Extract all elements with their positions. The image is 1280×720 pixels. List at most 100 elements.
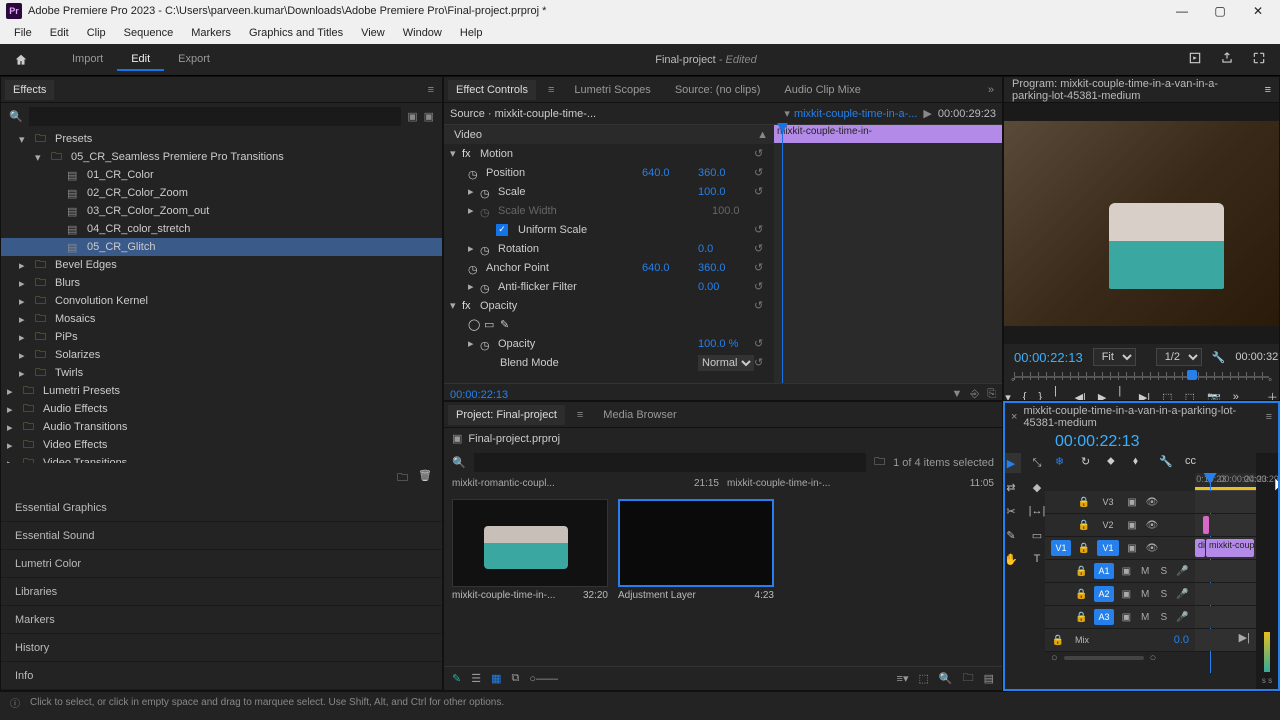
ec-playhead[interactable]: [782, 125, 783, 383]
zoom-out-icon[interactable]: ○: [1051, 652, 1058, 664]
track-select-tool-icon[interactable]: ⤡: [1027, 453, 1047, 473]
effects-folder[interactable]: ▸🗀Convolution Kernel: [1, 292, 442, 310]
position-x[interactable]: 640.0: [642, 167, 698, 179]
track-lane[interactable]: [1195, 560, 1256, 582]
add-marker-icon[interactable]: ▾: [1005, 388, 1011, 401]
effects-folder[interactable]: ▸🗀Solarizes: [1, 346, 442, 364]
effects-preset[interactable]: ▤01_CR_Color: [1, 166, 442, 184]
panel-tab-info[interactable]: Info: [1, 662, 442, 690]
hand-tool-icon[interactable]: ✋: [1003, 549, 1021, 569]
effects-folder[interactable]: ▾🗀05_CR_Seamless Premiere Pro Transition…: [1, 148, 442, 166]
goto-in-icon[interactable]: |◀: [1054, 388, 1062, 401]
tab-source-no-clips-[interactable]: Source: (no clips): [667, 80, 769, 100]
freeform-view-icon[interactable]: ⧉: [512, 672, 520, 685]
effects-preset[interactable]: ▤02_CR_Color_Zoom: [1, 184, 442, 202]
goto-out-icon[interactable]: ▶|: [1139, 388, 1150, 401]
sync-lock-icon[interactable]: ▣: [1125, 543, 1139, 554]
fx-badge-icon[interactable]: ▣: [407, 110, 417, 123]
project-search-input[interactable]: [474, 453, 866, 472]
track-lane[interactable]: dium.mp4mixkit-couple-time-in-a-van-in-a…: [1195, 537, 1256, 559]
marker-icon[interactable]: ⬥: [1107, 455, 1123, 471]
razor-tool-icon[interactable]: ✂: [1003, 501, 1021, 521]
play-icon[interactable]: ▶: [1098, 388, 1106, 401]
lock-icon[interactable]: 🔒: [1077, 543, 1091, 554]
menu-edit[interactable]: Edit: [42, 25, 77, 41]
panel-tab-essential-graphics[interactable]: Essential Graphics: [1, 494, 442, 522]
sync-lock-icon[interactable]: ▣: [1120, 589, 1133, 600]
lock-icon[interactable]: 🔒: [1075, 566, 1088, 577]
sync-lock-icon[interactable]: ▣: [1120, 566, 1133, 577]
lock-icon[interactable]: 🔒: [1075, 589, 1088, 600]
effects-folder[interactable]: ▸🗀Bevel Edges: [1, 256, 442, 274]
stopwatch-icon[interactable]: ◷: [468, 168, 482, 178]
program-viewer[interactable]: [1004, 103, 1279, 344]
reset-icon[interactable]: ↺: [754, 147, 768, 160]
ec-clip-strip[interactable]: mixkit-couple-time-in-: [774, 125, 1002, 143]
type-tool-icon[interactable]: T: [1027, 549, 1047, 569]
effects-preset[interactable]: ▤04_CR_color_stretch: [1, 220, 442, 238]
effects-search-input[interactable]: [29, 107, 401, 126]
toggle-output-icon[interactable]: 👁: [1145, 520, 1159, 531]
goto-next-icon[interactable]: ▶|: [1239, 631, 1250, 644]
lock-icon[interactable]: 🔒: [1051, 635, 1065, 646]
position-y[interactable]: 360.0: [698, 167, 754, 179]
new-item-icon[interactable]: ▤: [984, 672, 994, 685]
project-bin-item[interactable]: Adjustment Layer4:23: [618, 499, 774, 658]
scrubber-playhead[interactable]: [1187, 370, 1197, 380]
find-icon[interactable]: 🔍: [939, 672, 953, 685]
voiceover-icon[interactable]: 🎤: [1176, 566, 1189, 577]
tab-media-browser[interactable]: Media Browser: [595, 405, 684, 425]
overflow-icon[interactable]: »: [984, 84, 998, 96]
track-patch[interactable]: A2: [1094, 586, 1114, 602]
mask-pen-icon[interactable]: ✎: [500, 318, 516, 331]
overflow-icon[interactable]: »: [1233, 388, 1239, 401]
toggle-output-icon[interactable]: 👁: [1145, 543, 1159, 554]
lock-icon[interactable]: 🔒: [1075, 612, 1088, 623]
effects-folder[interactable]: ▸🗀Twirls: [1, 364, 442, 382]
workspace-tab-edit[interactable]: Edit: [117, 49, 164, 71]
close-button[interactable]: ✕: [1246, 4, 1270, 18]
fullscreen-icon[interactable]: [1252, 51, 1270, 69]
fx-badge-icon[interactable]: ▣: [424, 110, 434, 123]
timeline-clip[interactable]: mixkit-couple-time-in-a-van-in-a-parking…: [1206, 539, 1254, 557]
close-sequence-icon[interactable]: ×: [1011, 411, 1017, 423]
mask-ellipse-icon[interactable]: ◯: [468, 318, 484, 331]
timeline-ruler[interactable]: 0:19:23 00:00:24:23 00:00:29:23: [1195, 473, 1256, 491]
sort-icon[interactable]: ≡▾: [897, 672, 909, 685]
cc-icon[interactable]: cc: [1185, 455, 1201, 471]
panel-menu-icon[interactable]: ≡: [424, 84, 438, 96]
program-current-tc[interactable]: 00:00:22:13: [1014, 350, 1083, 365]
solo-icon[interactable]: S: [1158, 612, 1171, 623]
wrench-icon[interactable]: 🔧: [1212, 351, 1226, 364]
filter-icon[interactable]: ▼: [951, 388, 962, 401]
tab-lumetri-scopes[interactable]: Lumetri Scopes: [566, 80, 658, 100]
track-patch[interactable]: V1: [1097, 540, 1119, 556]
solo-icon[interactable]: S: [1158, 589, 1171, 600]
voiceover-icon[interactable]: 🎤: [1176, 612, 1189, 623]
delete-icon[interactable]: 🗑: [418, 469, 432, 488]
slip-tool-icon[interactable]: |↔|: [1027, 501, 1047, 521]
tab-audio-clip-mixe[interactable]: Audio Clip Mixe: [776, 80, 868, 100]
track-lane[interactable]: [1195, 514, 1256, 536]
mute-icon[interactable]: M: [1139, 589, 1152, 600]
track-lane[interactable]: [1195, 606, 1256, 628]
effects-folder[interactable]: ▸🗀Audio Transitions: [1, 418, 442, 436]
mark-in-icon[interactable]: {: [1023, 388, 1027, 401]
step-back-icon[interactable]: ◀|: [1075, 388, 1086, 401]
icon-view-icon[interactable]: ▦: [491, 672, 501, 685]
menu-file[interactable]: File: [6, 25, 40, 41]
lock-icon[interactable]: 🔒: [1077, 497, 1091, 508]
effects-folder[interactable]: ▸🗀Video Effects: [1, 436, 442, 454]
panel-tab-markers[interactable]: Markers: [1, 606, 442, 634]
sync-lock-icon[interactable]: ▣: [1125, 520, 1139, 531]
extract-icon[interactable]: ⬚: [1185, 388, 1195, 401]
blend-mode-select[interactable]: Normal: [698, 355, 754, 371]
settings-icon[interactable]: ⬧: [1133, 455, 1149, 471]
track-patch[interactable]: V2: [1097, 517, 1119, 533]
motion-label[interactable]: Motion: [476, 148, 754, 160]
program-tab[interactable]: Program: mixkit-couple-time-in-a-van-in-…: [1012, 78, 1257, 102]
track-patch[interactable]: A3: [1094, 609, 1114, 625]
lift-icon[interactable]: ⬚: [1162, 388, 1172, 401]
menu-sequence[interactable]: Sequence: [116, 25, 182, 41]
pen-tool-icon[interactable]: ✎: [1003, 525, 1021, 545]
